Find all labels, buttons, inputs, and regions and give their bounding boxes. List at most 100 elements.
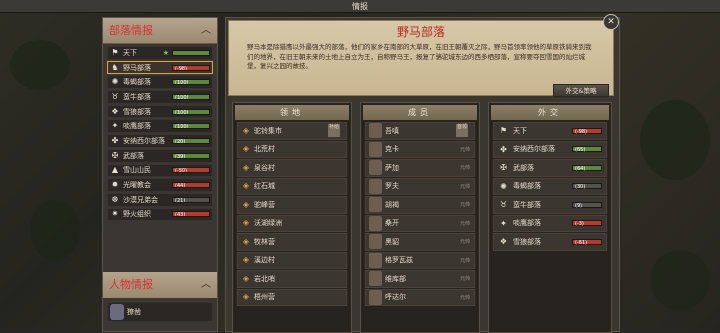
tribe-name: 雪狼部落 [123, 107, 151, 116]
relation-bar [172, 49, 210, 56]
tribe-name: 野火组织 [123, 210, 151, 219]
light-icon: ✹ [111, 180, 119, 190]
territory-name: 泉谷村 [254, 163, 275, 172]
territory-item[interactable]: ◈ 牧林营 [237, 233, 347, 251]
territory-column: 领地 ◈ 驼铃集市 补给 ◈ 北荒村 ◈ 泉谷村 ◈ 红石城 ◈ 驼峰营 ◈ 沃湖绿洲 ◈ 牧林营 ◈ 溪边村 ◈… [232, 102, 352, 333]
diplomacy-item[interactable]: ✤ 安纳西尔部落 (65) [493, 140, 607, 158]
tribe-section-header[interactable]: 部落情报 ︿ [103, 18, 217, 44]
territory-list: ◈ 驼铃集市 补给 ◈ 北荒村 ◈ 泉谷村 ◈ 红石城 ◈ 驼峰营 ◈ 沃湖绿洲 ◈ 牧林营 ◈ 溪边村 ◈ 岩北哨… [233, 122, 351, 306]
relation-bar: (65) [572, 146, 602, 153]
member-item[interactable]: 克卡 元帅 [365, 140, 475, 158]
tribe-list: ⚑ 天下 ★ ♞ 野马部落 (-98) ✺ 毒蝎部落 (100) ♉ 蛮牛部落 (100) ❖ 雪狼部落 (… [103, 44, 217, 224]
scorpion-icon: ✺ [111, 77, 119, 87]
relation-bar: (64) [572, 164, 602, 172]
crest-icon: ✤ [500, 144, 507, 154]
person-item[interactable]: 獠凿 [107, 302, 213, 322]
member-item[interactable]: 呼达尔 元帅 [365, 288, 475, 306]
territory-item[interactable]: ◈ 梧州营 [237, 288, 347, 306]
member-item[interactable]: 维库部 元帅 [365, 270, 475, 288]
member-tag: 首领 [456, 124, 468, 137]
territory-item[interactable]: ◈ 溪边村 [237, 251, 347, 269]
person-name: 獠凿 [127, 308, 141, 316]
tribe-row[interactable]: ✹ 光曜教会 (44) [107, 178, 213, 192]
tribe-row[interactable]: ⚑ 天下 ★ [107, 46, 213, 60]
people-section-header[interactable]: 人物情报 ︿ [103, 272, 217, 298]
diplomacy-item[interactable]: ⚑ 天下 (-98) [493, 122, 607, 140]
member-role: 元帅 [459, 183, 470, 190]
tribe-row[interactable]: ♞ 野马部落 (-98) [107, 60, 213, 75]
territory-item[interactable]: ◈ 沃湖绿洲 [237, 214, 347, 232]
avatar [369, 215, 382, 231]
star-icon: ★ [162, 48, 169, 57]
avatar [369, 178, 382, 194]
tribe-row[interactable]: ✠ 武部落 (39) [107, 148, 213, 163]
avatar [110, 304, 124, 320]
avatar [369, 289, 382, 305]
avatar [369, 141, 382, 157]
territory-item[interactable]: ◈ 驼峰营 [237, 196, 347, 214]
tribe-row[interactable]: ❖ 雪狼部落 (100) [107, 104, 213, 119]
diplomacy-item[interactable]: ♉ 蛮牛部落 (9) [493, 196, 607, 214]
tribe-name: 武部落 [123, 151, 144, 160]
close-icon[interactable]: ✕ [603, 14, 619, 30]
member-role: 元帅 [459, 202, 470, 209]
tribe-row[interactable]: ✤ 安纳西尔部落 (20) [107, 134, 213, 148]
diplomacy-item[interactable]: ❖ 雪狼部落 (-61) [493, 233, 607, 251]
tribe-row[interactable]: ♉ 蛮牛部落 (100) [107, 90, 213, 104]
diplomacy-list: ⚑ 天下 (-98) ✤ 安纳西尔部落 (65) ✠ 武部落 (64) ✺ 毒蝎部落 (30) ♉ 蛮牛部… [489, 122, 611, 251]
member-role: 元帅 [459, 220, 470, 227]
territory-item[interactable]: ◈ 岩北哨 [237, 270, 347, 288]
member-item[interactable]: 萨加 元帅 [365, 159, 475, 177]
diplomacy-item[interactable]: ✠ 武部落 (64) [493, 159, 607, 177]
location-icon: ◈ [242, 162, 250, 172]
chevron-up-icon[interactable]: ︿ [201, 18, 211, 44]
relation-bar: (-98) [572, 127, 602, 135]
member-item[interactable]: 胡褐 元帅 [365, 196, 475, 214]
avatar [369, 271, 382, 287]
diplomacy-item[interactable]: ✦ 啖鹰部落 (-3) [493, 214, 607, 232]
tribe-row[interactable]: ☸ 沙漠兄弟会 (21) [107, 192, 213, 207]
member-item[interactable]: 罗夫 元帅 [365, 177, 475, 195]
diplomacy-name: 蛮牛部落 [513, 200, 541, 209]
member-name: 桑开 [385, 219, 399, 228]
relation-bar: (20) [172, 137, 210, 144]
territory-item[interactable]: ◈ 驼铃集市 补给 [237, 122, 347, 140]
territory-item[interactable]: ◈ 北荒村 [237, 140, 347, 158]
relation-bar: (-50) [172, 167, 210, 174]
members-list: 吾嗔 首领 克卡 元帅 萨加 元帅 罗夫 元帅 胡褐 元帅 桑开 元帅 黑貂 元帅 格罗瓦兹 元帅 维库部 元帅呼… [361, 122, 479, 306]
tribe-name: 雪山山民 [123, 166, 151, 175]
territory-name: 红石城 [254, 182, 275, 191]
tribe-row[interactable]: ✺ 毒蝎部落 (100) [107, 75, 213, 90]
avatar [369, 123, 382, 139]
tribe-row[interactable]: ✷ 野火组织 (43) [107, 207, 213, 222]
member-name: 黑貂 [385, 237, 399, 246]
tribe-row[interactable]: ▲ 雪山山民 (-50) [107, 163, 213, 178]
banner-icon: ⚑ [111, 47, 119, 57]
crest-icon: ✤ [111, 135, 119, 145]
location-icon: ◈ [242, 273, 250, 283]
bull-icon: ♉ [111, 91, 119, 101]
members-column: 成员 吾嗔 首领 克卡 元帅 萨加 元帅 罗夫 元帅 胡褐 元帅 桑开 元帅 黑貂 元帅 格罗瓦兹 元帅 维库部… [360, 102, 480, 333]
bull-icon: ♉ [499, 200, 508, 210]
territory-item[interactable]: ◈ 红石城 [237, 177, 347, 195]
diplomacy-item[interactable]: ✺ 毒蝎部落 (30) [493, 177, 607, 195]
member-item[interactable]: 桑开 元帅 [365, 214, 475, 232]
territory-tag: 补给 [328, 124, 340, 137]
member-name: 维库部 [385, 274, 406, 283]
relation-bar: (9) [572, 201, 602, 209]
window-title: 情报 [0, 0, 720, 13]
people-section-title: 人物情报 [109, 278, 153, 291]
avatar [369, 197, 382, 213]
relation-bar: (21) [172, 196, 210, 203]
tribe-row[interactable]: ✦ 啖鹰部落 (100) [107, 119, 213, 134]
location-icon: ◈ [242, 144, 250, 154]
member-item[interactable]: 吾嗔 首领 [365, 122, 475, 140]
member-item[interactable]: 格罗瓦兹 元帅 [365, 251, 475, 269]
member-item[interactable]: 黑貂 元帅 [365, 233, 475, 251]
warrior-icon: ✠ [500, 163, 507, 173]
tribe-info-card: 野马部落 野马本是除猎鹰以外最强大的部落，他们的家乡在南部的大草原，在旧王朝覆灭… [228, 20, 614, 97]
banner-icon: ⚑ [499, 126, 508, 136]
territory-item[interactable]: ◈ 泉谷村 [237, 159, 347, 177]
diplomacy-strategy-button[interactable]: 外交&策略 [553, 84, 609, 97]
chevron-up-icon[interactable]: ︿ [201, 272, 211, 298]
